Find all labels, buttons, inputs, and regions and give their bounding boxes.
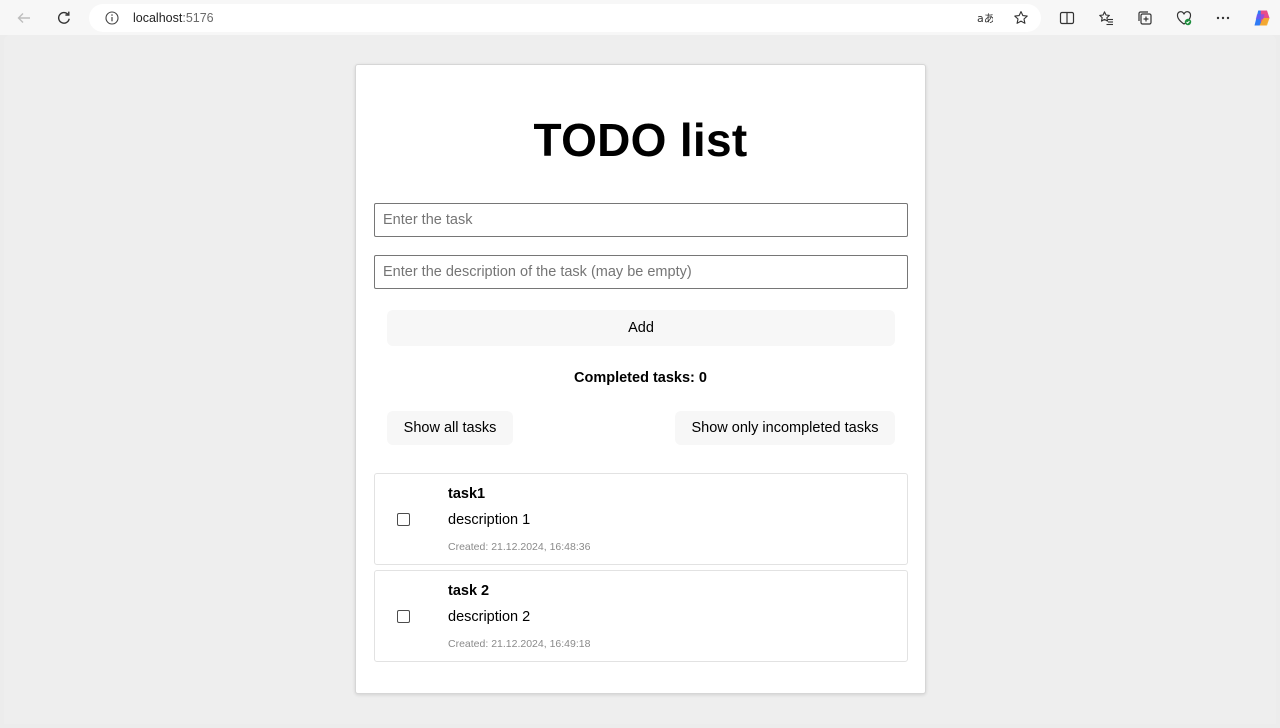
task-item: task1 description 1 Created: 21.12.2024,… (374, 473, 908, 565)
favorite-star-icon[interactable] (1013, 10, 1029, 26)
split-screen-button[interactable] (1055, 6, 1079, 30)
favorites-icon (1099, 11, 1113, 26)
show-all-tasks-button[interactable]: Show all tasks (387, 411, 513, 445)
task-checkbox[interactable] (397, 610, 410, 623)
url-port: :5176 (182, 11, 214, 25)
back-button[interactable] (10, 4, 38, 32)
todo-card: TODO list Add Completed tasks: 0 Show al… (355, 64, 926, 694)
task-description: description 2 (448, 609, 531, 625)
task-title: task 2 (448, 583, 490, 599)
reload-icon (58, 11, 70, 24)
copilot-button[interactable] (1250, 6, 1274, 30)
task-created-date: Created: 21.12.2024, 16:48:36 (448, 541, 591, 553)
address-bar[interactable]: localhost:5176 aあ (89, 4, 1041, 32)
more-options-icon (1216, 16, 1230, 20)
collections-icon (1138, 11, 1152, 25)
browser-essentials-button[interactable] (1172, 6, 1196, 30)
description-input[interactable] (374, 255, 908, 289)
browser-toolbar: localhost:5176 aあ (0, 0, 1280, 35)
svg-text:aあ: aあ (977, 12, 993, 25)
url-host: localhost (133, 11, 183, 25)
task-input[interactable] (374, 203, 908, 237)
task-title: task1 (448, 486, 486, 502)
split-screen-icon (1059, 11, 1075, 25)
back-icon (17, 13, 30, 23)
task-description: description 1 (448, 512, 531, 528)
copilot-icon (1254, 10, 1270, 26)
task-item: task 2 description 2 Created: 21.12.2024… (374, 570, 908, 662)
show-incompleted-tasks-button[interactable]: Show only incompleted tasks (675, 411, 895, 445)
task-created-date: Created: 21.12.2024, 16:49:18 (448, 638, 591, 650)
add-button[interactable]: Add (387, 310, 895, 346)
browser-essentials-icon (1176, 11, 1192, 26)
info-icon[interactable] (105, 11, 119, 25)
translate-icon[interactable]: aあ (977, 10, 993, 26)
page-title: TODO list (533, 114, 748, 166)
task-checkbox[interactable] (397, 513, 410, 526)
more-options-button[interactable] (1211, 6, 1235, 30)
favorites-button[interactable] (1094, 6, 1118, 30)
reload-button[interactable] (50, 4, 78, 32)
completed-tasks-counter: Completed tasks: 0 (574, 370, 707, 386)
collections-button[interactable] (1133, 6, 1157, 30)
